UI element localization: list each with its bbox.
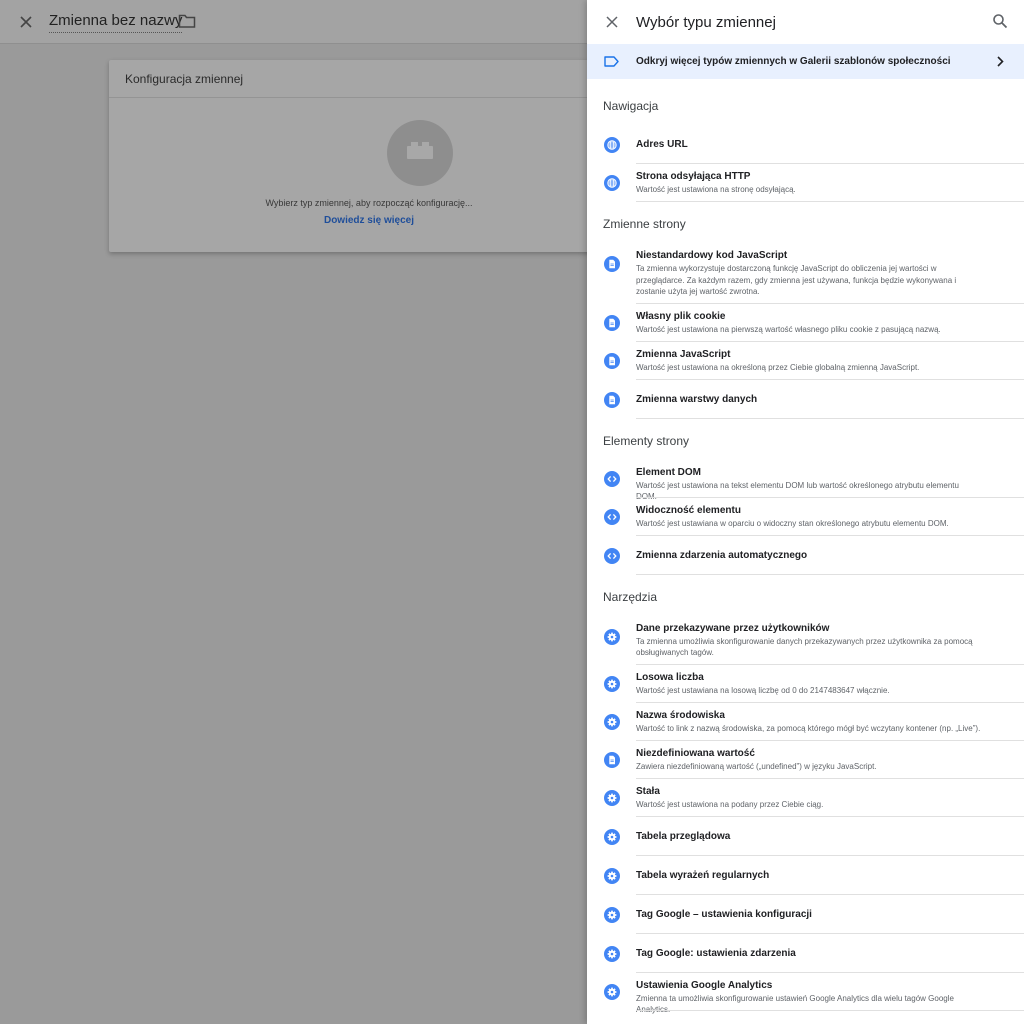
variable-type-description: Zawiera niezdefiniowaną wartość („undefi…: [636, 761, 877, 771]
variable-type-title: Zmienna warstwy danych: [636, 393, 758, 405]
variable-type-description: Wartość to link z nazwą środowiska, za p…: [636, 723, 981, 733]
code-icon: [604, 470, 620, 487]
globe-icon: [604, 175, 620, 191]
variable-type-title: Losowa liczba: [636, 671, 704, 683]
variable-type-placeholder[interactable]: [387, 120, 453, 186]
variable-type-title: Nazwa środowiska: [636, 709, 725, 721]
gear-icon: [604, 828, 620, 845]
section-header-elementy-strony: Elementy strony: [603, 433, 690, 448]
gear-icon: [604, 945, 620, 962]
variable-type-zmienna-warstwy-danych[interactable]: Zmienna warstwy danych: [587, 380, 1024, 419]
variable-type-description: Wartość jest ustawiona na określoną prze…: [636, 362, 920, 372]
variable-type-title: Dane przekazywane przez użytkowników: [636, 622, 830, 634]
variable-type-tag-google-ustawienia-konfiguracji[interactable]: Tag Google – ustawienia konfiguracji: [587, 895, 1024, 934]
variable-type-niestandardowy-kod-javascript[interactable]: Niestandardowy kod JavaScript Ta zmienna …: [587, 243, 1024, 304]
section-header-nawigacja: Nawigacja: [603, 99, 659, 113]
variable-type-title: Zmienna JavaScript: [636, 348, 731, 360]
gear-icon: [604, 675, 620, 692]
search-icon[interactable]: [992, 13, 1008, 29]
variable-type-nazwa-srodowiska[interactable]: Nazwa środowiska Wartość to link z nazwą …: [587, 703, 1024, 741]
variable-type-description: Wartość jest ustawiona na stronę odsyłaj…: [636, 185, 796, 194]
gear-icon: [604, 628, 620, 645]
divider: [636, 201, 1024, 202]
document-icon: [604, 352, 620, 369]
banner-label: Odkryj więcej typów zmiennych w Galerii …: [636, 56, 951, 67]
document-icon: [604, 256, 620, 272]
gear-icon: [604, 983, 620, 1000]
variable-type-stala[interactable]: Stała Wartość jest ustawiona na podany pr…: [587, 779, 1024, 817]
variable-type-title: Niestandardowy kod JavaScript: [636, 250, 788, 261]
variable-type-title: Strona odsyłająca HTTP: [636, 171, 751, 182]
gear-icon: [604, 867, 620, 884]
globe-icon: [604, 137, 620, 153]
variable-type-tabela-wyrazen-regularnych[interactable]: Tabela wyrażeń regularnych: [587, 856, 1024, 895]
variable-type-wlasny-plik-cookie[interactable]: Własny plik cookie Wartość jest ustawiona…: [587, 304, 1024, 342]
variable-type-strona-odsylajaca-http[interactable]: Strona odsyłająca HTTP Wartość jest ustaw…: [587, 164, 1024, 202]
variable-type-panel: Wybór typu zmiennej Odkryj więcej typów …: [587, 0, 1024, 1024]
label-tag-icon: [604, 56, 619, 67]
variable-type-zmienna-javascript[interactable]: Zmienna JavaScript Wartość jest ustawiona…: [587, 342, 1024, 380]
lego-block-icon: [407, 142, 433, 159]
variable-type-element-dom[interactable]: Element DOM Wartość jest ustawiona na tek…: [587, 460, 1024, 501]
variable-type-widocznosc-elementu[interactable]: Widoczność elementu Wartość jest ustawian…: [587, 498, 1024, 536]
variable-type-description: Wartość jest ustawiana na losową liczbę …: [636, 685, 890, 695]
variable-type-title: Tag Google: ustawienia zdarzenia: [636, 947, 796, 959]
divider: [636, 1009, 1024, 1011]
variable-type-description: Zmienna ta umożliwia skonfigurowanie ust…: [636, 993, 954, 1015]
divider: [636, 573, 1024, 575]
variable-type-title: Widoczność elementu: [636, 504, 741, 516]
variable-type-title: Element DOM: [636, 466, 702, 478]
folder-icon[interactable]: [178, 13, 196, 29]
variable-configuration-card: Konfiguracja zmiennej Wybierz typ zmienn…: [109, 60, 629, 252]
variable-type-title: Adres URL: [636, 139, 688, 150]
variable-type-zmienna-zdarzenia-automatycznego[interactable]: Zmienna zdarzenia automatycznego: [587, 536, 1024, 575]
variable-type-title: Tag Google – ustawienia konfiguracji: [636, 908, 812, 920]
card-title: Konfiguracja zmiennej: [125, 72, 244, 86]
variable-type-title: Tabela wyrażeń regularnych: [636, 869, 770, 881]
variable-type-title: Tabela przeglądowa: [636, 830, 731, 842]
panel-title: Wybór typu zmiennej: [636, 14, 776, 31]
variable-type-description: Ta zmienna wykorzystuje dostarczoną funk…: [636, 264, 957, 296]
document-icon: [604, 751, 620, 768]
variable-type-description: Ta zmienna umożliwia skonfigurowanie dan…: [636, 636, 973, 658]
chevron-right-icon: [997, 56, 1004, 67]
document-icon: [604, 314, 620, 331]
gear-icon: [604, 906, 620, 923]
variable-name[interactable]: Zmienna bez nazwy: [49, 12, 183, 33]
code-icon: [604, 508, 620, 525]
section-header-zmienne-strony: Zmienne strony: [603, 217, 686, 231]
document-icon: [604, 391, 620, 408]
community-gallery-banner[interactable]: Odkryj więcej typów zmiennych w Galerii …: [587, 44, 1024, 79]
divider: [109, 97, 629, 98]
variable-type-title: Zmienna zdarzenia automatycznego: [636, 549, 808, 561]
variable-type-adres-url[interactable]: Adres URL: [587, 125, 1024, 164]
variable-type-title: Niezdefiniowana wartość: [636, 747, 755, 759]
variable-type-title: Ustawienia Google Analytics: [636, 979, 773, 991]
gear-icon: [604, 789, 620, 806]
card-hint: Wybierz typ zmiennej, aby rozpocząć konf…: [265, 198, 473, 208]
variable-type-description: Wartość jest ustawiona na podany przez C…: [636, 799, 824, 809]
divider: [636, 417, 1024, 419]
variable-type-ustawienia-google-analytics[interactable]: Ustawienia Google Analytics Zmienna ta um…: [587, 973, 1024, 1014]
variable-type-niezdefiniowana-wartosc[interactable]: Niezdefiniowana wartość Zawiera niezdefin…: [587, 741, 1024, 779]
variable-type-description: Wartość jest ustawiona na pierwszą warto…: [636, 324, 941, 334]
variable-type-dane-przekazywane-przez-uzytkownikow[interactable]: Dane przekazywane przez użytkowników Ta z…: [587, 616, 1024, 665]
code-icon: [604, 547, 620, 564]
variable-type-tag-google-ustawienia-zdarzenia[interactable]: Tag Google: ustawienia zdarzenia: [587, 934, 1024, 973]
gear-icon: [604, 713, 620, 730]
close-icon[interactable]: [16, 12, 36, 32]
variable-type-title: Stała: [636, 785, 660, 797]
learn-more-link[interactable]: Dowiedz się więcej: [109, 215, 629, 226]
variable-type-title: Własny plik cookie: [636, 310, 726, 322]
panel-header: Wybór typu zmiennej: [587, 0, 1024, 44]
close-icon[interactable]: [604, 14, 620, 30]
variable-type-description: Wartość jest ustawiana w oparciu o widoc…: [636, 518, 949, 528]
variable-type-tabela-przegladowa[interactable]: Tabela przeglądowa: [587, 817, 1024, 856]
variable-type-losowa-liczba[interactable]: Losowa liczba Wartość jest ustawiana na l…: [587, 665, 1024, 703]
section-header-narzedzia: Narzędzia: [603, 589, 658, 604]
